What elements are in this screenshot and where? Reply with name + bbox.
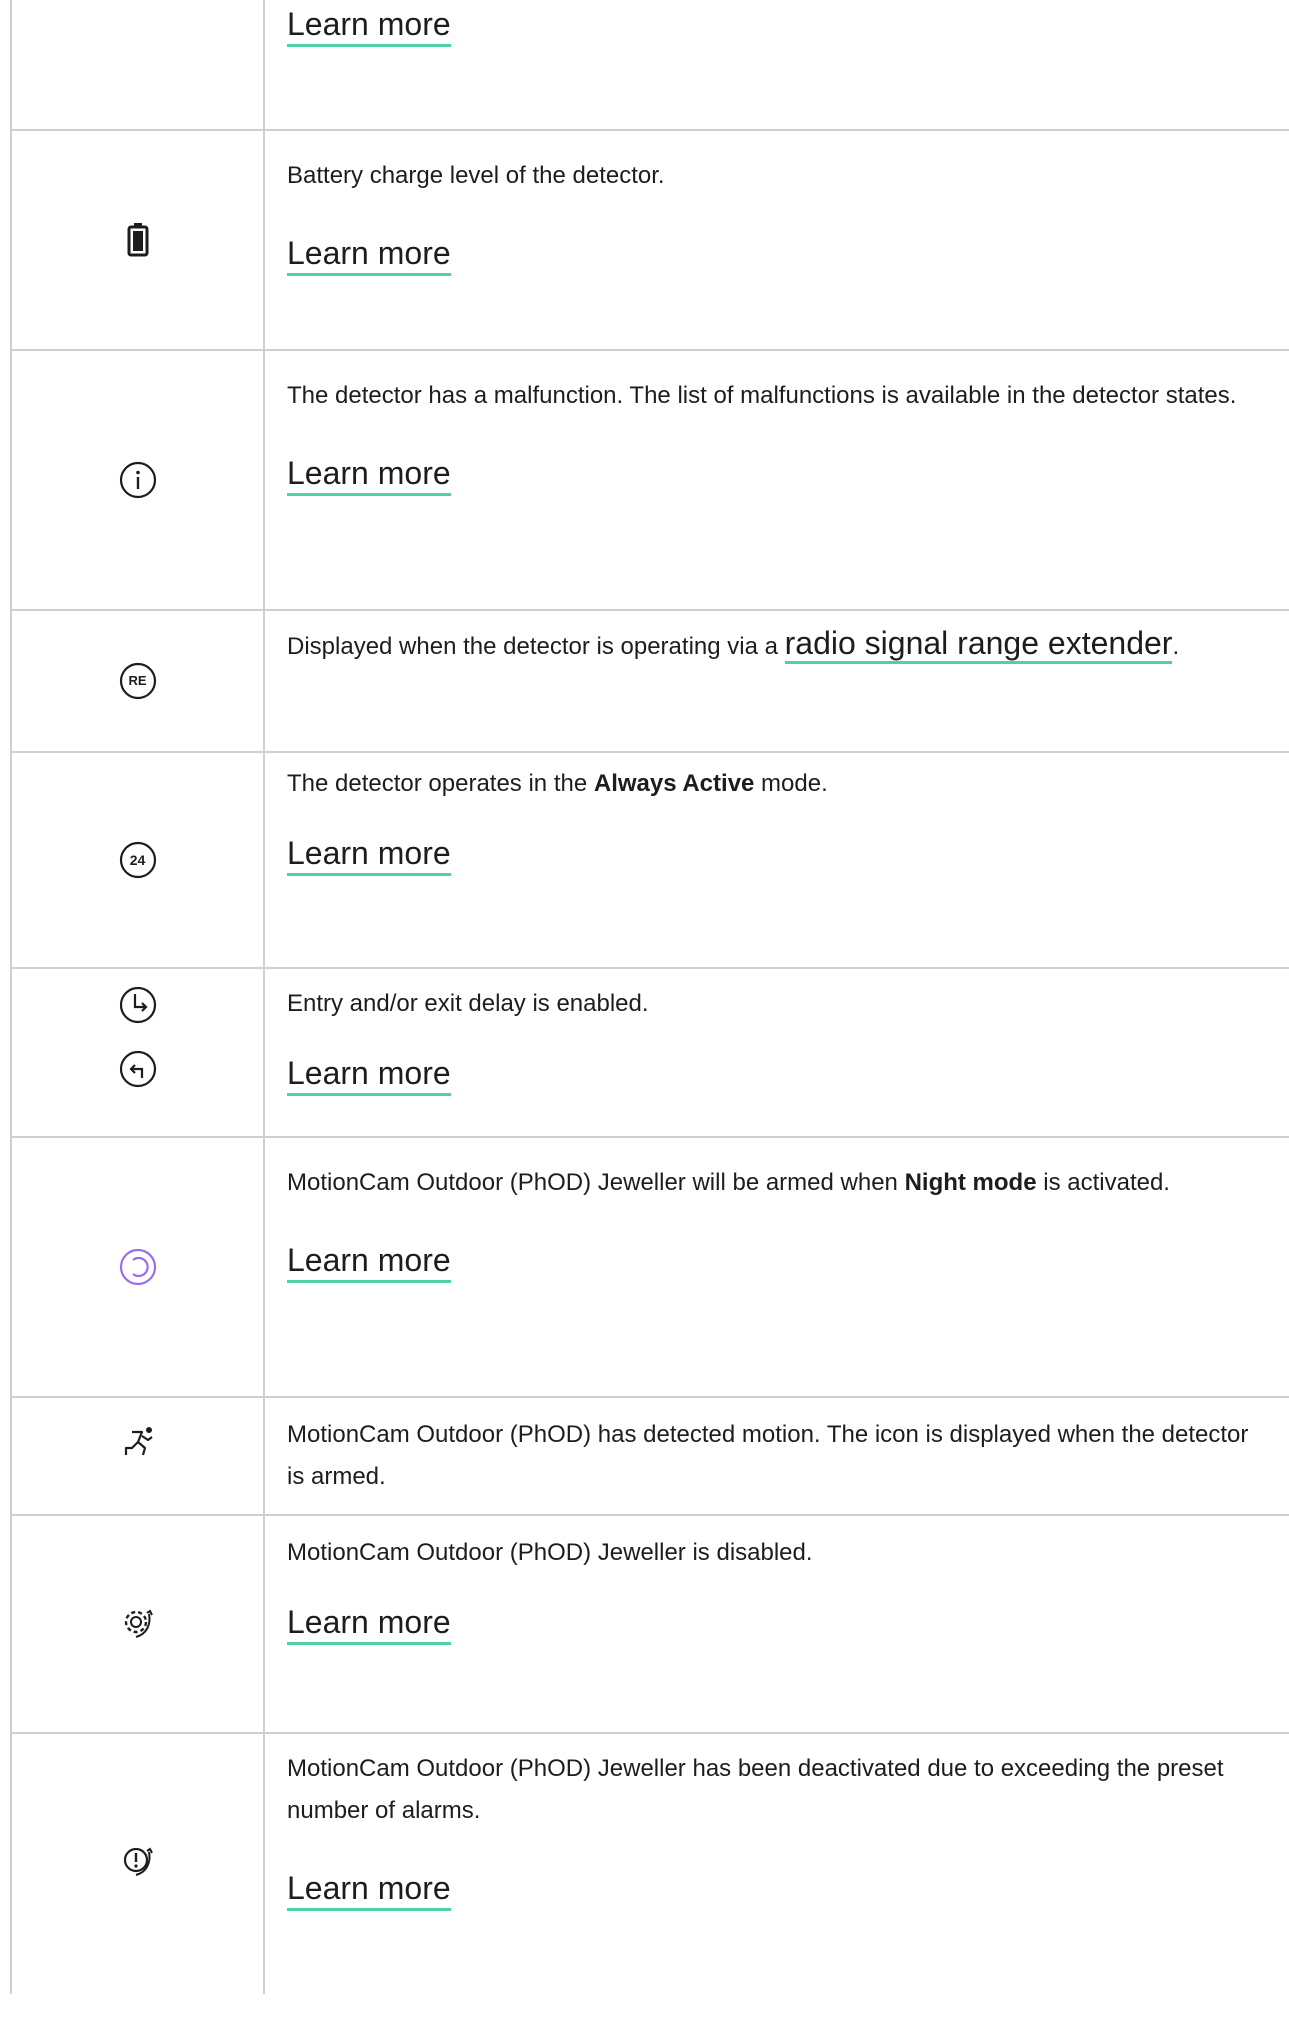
row-description-end: mode. xyxy=(754,770,828,797)
table-row: Entry and/or exit delay is enabled. Lear… xyxy=(12,969,1289,1138)
always-active-icon: 24 xyxy=(118,840,158,880)
night-mode-label: Night mode xyxy=(904,1169,1037,1196)
text-cell: MotionCam Outdoor (PhOD) Jeweller has be… xyxy=(265,1734,1289,1994)
table-row: The detector has a malfunction. The list… xyxy=(12,351,1289,611)
row-description: Entry and/or exit delay is enabled. xyxy=(287,990,649,1017)
text-cell: MotionCam Outdoor (PhOD) has detected mo… xyxy=(265,1398,1289,1514)
night-mode-icon xyxy=(118,1247,158,1287)
exit-delay-icon xyxy=(118,1049,158,1089)
always-active-icon-label: 24 xyxy=(129,852,146,868)
text-cell: Entry and/or exit delay is enabled. Lear… xyxy=(265,969,1289,1136)
table-row: Learn more xyxy=(12,0,1289,131)
table-row: Battery charge level of the detector. Le… xyxy=(12,131,1289,351)
learn-more-link[interactable]: Learn more xyxy=(287,1240,451,1283)
row-description: Displayed when the detector is operating… xyxy=(287,617,1261,673)
row-description-end: . xyxy=(1172,633,1180,660)
table-row: MotionCam Outdoor (PhOD) Jeweller will b… xyxy=(12,1138,1289,1398)
text-cell: The detector operates in the Always Acti… xyxy=(265,753,1289,967)
learn-more-link[interactable]: Learn more xyxy=(287,233,451,276)
deactivated-alarms-icon xyxy=(118,1842,158,1882)
table-row: RE Displayed when the detector is operat… xyxy=(12,611,1289,753)
learn-more-link[interactable]: Learn more xyxy=(287,1053,451,1096)
row-description: MotionCam Outdoor (PhOD) Jeweller will b… xyxy=(287,1162,1261,1204)
icon-legend-table: Learn more Battery charge level of the d… xyxy=(10,0,1289,1994)
icon-cell xyxy=(12,1734,265,1994)
learn-more-link[interactable]: Learn more xyxy=(287,833,451,876)
always-active-label: Always Active xyxy=(593,770,755,797)
icon-cell xyxy=(12,1398,265,1514)
battery-icon xyxy=(127,223,149,257)
text-cell: MotionCam Outdoor (PhOD) Jeweller is dis… xyxy=(265,1516,1289,1732)
text-cell: Battery charge level of the detector. Le… xyxy=(265,131,1289,349)
range-extender-icon-label: RE xyxy=(128,673,147,688)
icon-cell xyxy=(12,351,265,609)
table-row: 24 The detector operates in the Always A… xyxy=(12,753,1289,969)
icon-cell xyxy=(12,1138,265,1396)
learn-more-link[interactable]: Learn more xyxy=(287,453,451,496)
text-cell: The detector has a malfunction. The list… xyxy=(265,351,1289,609)
entry-delay-icon xyxy=(118,985,158,1025)
row-description: MotionCam Outdoor (PhOD) Jeweller is dis… xyxy=(287,1539,813,1566)
table-row: MotionCam Outdoor (PhOD) Jeweller has be… xyxy=(12,1734,1289,1994)
range-extender-link[interactable]: radio signal range extender xyxy=(784,625,1173,664)
table-row: MotionCam Outdoor (PhOD) has detected mo… xyxy=(12,1398,1289,1516)
row-description: The detector operates in the Always Acti… xyxy=(287,763,1261,805)
row-description-text: MotionCam Outdoor (PhOD) Jeweller will b… xyxy=(287,1169,905,1196)
row-description: Battery charge level of the detector. xyxy=(287,162,665,189)
learn-more-link[interactable]: Learn more xyxy=(287,1602,451,1645)
row-description: MotionCam Outdoor (PhOD) Jeweller has be… xyxy=(287,1755,1224,1824)
motion-detected-icon xyxy=(118,1422,158,1462)
table-row: MotionCam Outdoor (PhOD) Jeweller is dis… xyxy=(12,1516,1289,1734)
row-description-end: is activated. xyxy=(1036,1169,1170,1196)
row-description: MotionCam Outdoor (PhOD) has detected mo… xyxy=(287,1421,1249,1490)
icon-cell xyxy=(12,1516,265,1732)
text-cell: MotionCam Outdoor (PhOD) Jeweller will b… xyxy=(265,1138,1289,1396)
learn-more-link[interactable]: Learn more xyxy=(287,1868,451,1911)
info-icon xyxy=(118,460,158,500)
icon-cell xyxy=(12,969,265,1136)
row-description-text: Displayed when the detector is operating… xyxy=(287,633,785,660)
learn-more-link[interactable]: Learn more xyxy=(287,4,451,47)
text-cell: Displayed when the detector is operating… xyxy=(265,611,1289,751)
icon-cell xyxy=(12,131,265,349)
row-description: The detector has a malfunction. The list… xyxy=(287,382,1237,409)
icon-cell: 24 xyxy=(12,753,265,967)
disabled-icon xyxy=(118,1604,158,1644)
icon-cell: RE xyxy=(12,611,265,751)
text-cell: Learn more xyxy=(265,0,1289,129)
row-description-text: The detector operates in the xyxy=(287,770,594,797)
icon-cell xyxy=(12,0,265,129)
range-extender-icon: RE xyxy=(118,661,158,701)
